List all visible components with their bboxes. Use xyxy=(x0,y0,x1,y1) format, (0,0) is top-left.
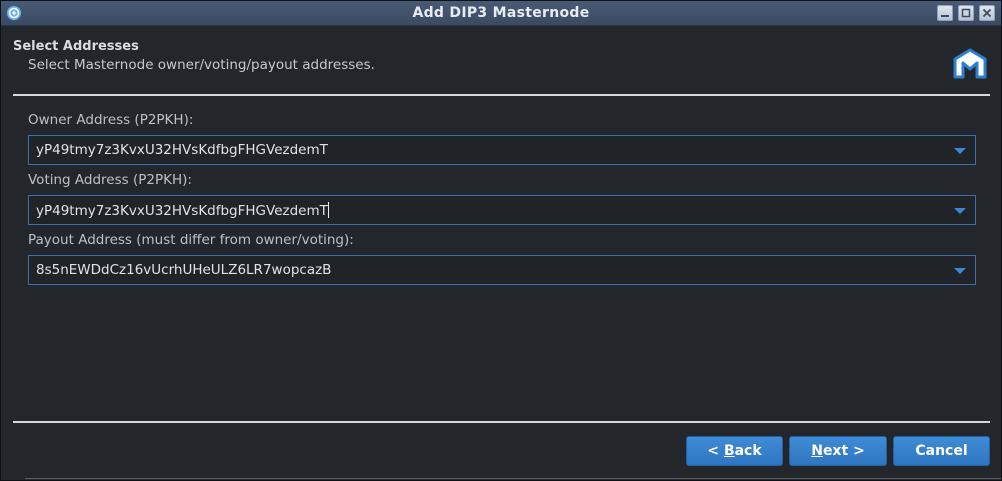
payout-address-value: 8s5nEWDdCz16vUcrhUHeULZ6LR7wopcazB xyxy=(36,262,332,278)
owner-address-value: yP49tmy7z3KvxU32HVsKdfbgFHGVezdemT xyxy=(36,142,328,158)
next-button-mnemonic: N xyxy=(811,443,823,459)
back-button-prefix: < xyxy=(707,443,724,459)
maximize-button[interactable] xyxy=(958,5,974,21)
window-title: Add DIP3 Masternode xyxy=(412,5,590,21)
back-button[interactable]: < Back xyxy=(686,436,783,466)
dash-masternode-logo xyxy=(953,48,987,79)
maximize-icon xyxy=(961,8,971,18)
page-title: Select Addresses xyxy=(13,39,139,54)
footer-divider xyxy=(13,421,990,423)
voting-address-combobox[interactable]: yP49tmy7z3KvxU32HVsKdfbgFHGVezdemT xyxy=(28,195,976,225)
title-bar[interactable]: Add DIP3 Masternode xyxy=(1,1,1001,26)
next-button-label: ext > xyxy=(822,443,865,459)
cancel-button[interactable]: Cancel xyxy=(893,436,990,466)
chevron-down-icon[interactable] xyxy=(953,147,967,155)
chevron-down-icon[interactable] xyxy=(953,267,967,275)
back-button-label: ack xyxy=(734,443,762,459)
voting-address-text: yP49tmy7z3KvxU32HVsKdfbgFHGVezdemT xyxy=(36,203,328,219)
close-icon xyxy=(982,8,992,18)
next-button[interactable]: Next > xyxy=(789,436,887,466)
header-divider xyxy=(13,94,990,96)
page-subtitle: Select Masternode owner/voting/payout ad… xyxy=(28,57,375,73)
owner-address-combobox[interactable]: yP49tmy7z3KvxU32HVsKdfbgFHGVezdemT xyxy=(28,135,976,165)
owner-address-label: Owner Address (P2PKH): xyxy=(28,112,194,128)
minimize-button[interactable] xyxy=(937,5,953,21)
voting-address-value[interactable]: yP49tmy7z3KvxU32HVsKdfbgFHGVezdemT xyxy=(36,202,329,219)
payout-address-combobox[interactable]: 8s5nEWDdCz16vUcrhUHeULZ6LR7wopcazB xyxy=(28,255,976,285)
back-button-mnemonic: B xyxy=(723,443,735,459)
wizard-window: Add DIP3 Masternode Select Addresses Sel… xyxy=(0,0,1002,481)
minimize-icon xyxy=(941,15,949,17)
text-cursor xyxy=(327,202,329,218)
bottom-border xyxy=(25,478,1001,479)
chevron-down-icon[interactable] xyxy=(953,207,967,215)
close-button[interactable] xyxy=(979,5,995,21)
payout-address-label: Payout Address (must differ from owner/v… xyxy=(28,232,354,248)
voting-address-label: Voting Address (P2PKH): xyxy=(28,172,192,188)
